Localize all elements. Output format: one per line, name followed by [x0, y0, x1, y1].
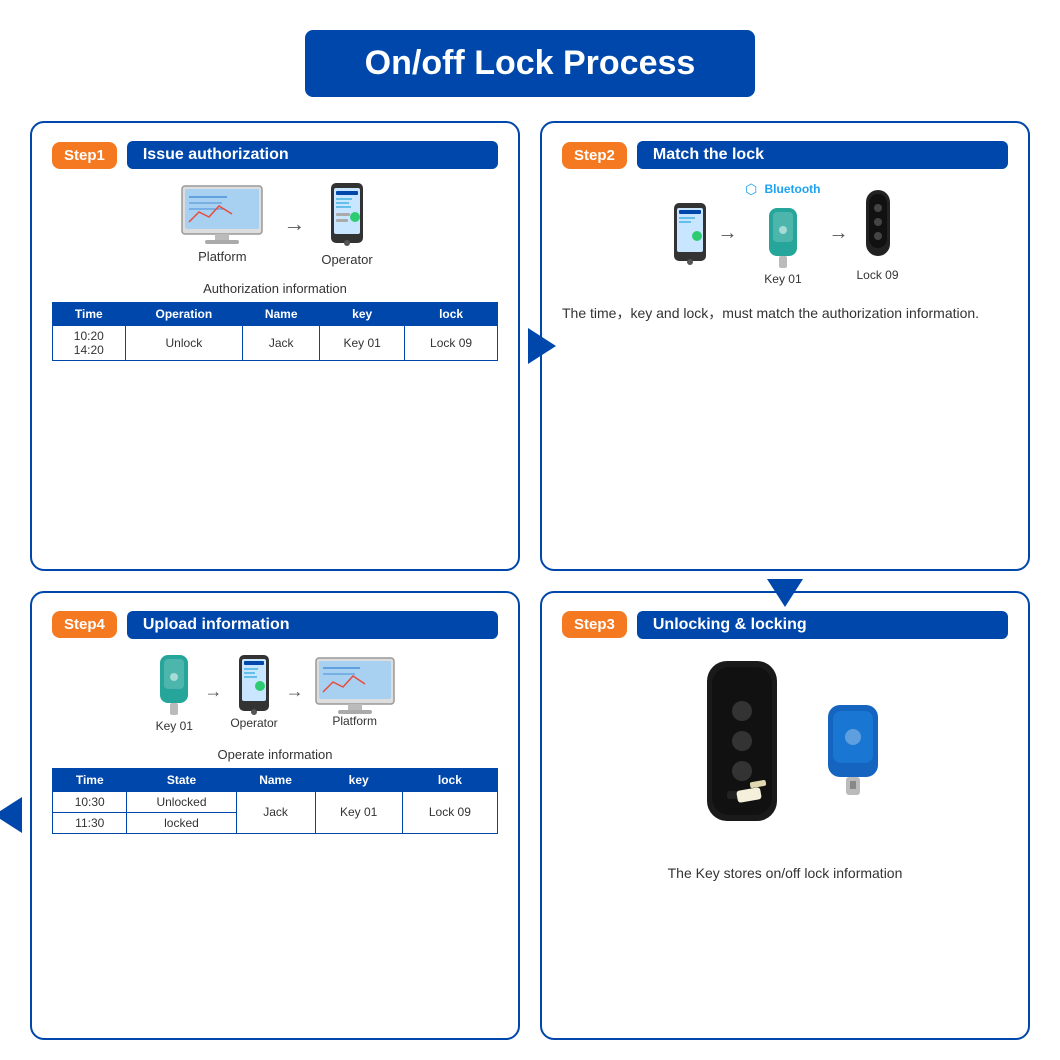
oth-key: key [315, 768, 402, 791]
oth-name: Name [236, 768, 315, 791]
operator4-svg [236, 654, 272, 716]
platform4-label: Platform [332, 714, 377, 728]
step4-box: Step4 Upload information Key 01 [30, 591, 520, 1041]
step2-badge: Step2 [562, 142, 627, 169]
step3-content: The Key stores on/off lock information [562, 651, 1008, 881]
key01-item: Key 01 [152, 651, 196, 733]
phone-svg [327, 181, 367, 249]
platform4-svg [312, 656, 398, 714]
platform4-item: Platform [312, 656, 398, 728]
platform-item: Platform [177, 184, 267, 264]
th-operation: Operation [125, 303, 243, 326]
step2-box: Step2 Match the lock [540, 121, 1030, 571]
arr2: → [828, 222, 848, 245]
arr4: → [286, 681, 304, 702]
step1-box: Step1 Issue authorization [30, 121, 520, 571]
bt-key-item: ⬡ Bluetooth Key 0 [745, 181, 820, 286]
otd-time1: 10:30 [53, 791, 127, 812]
key-lock-row: → ⬡ Bluetooth [562, 181, 1008, 286]
key01-svg [152, 651, 196, 719]
step3-box: Step3 Unlocking & locking [540, 591, 1030, 1041]
operate-table: Time State Name key lock 10:30 Unlocked … [52, 768, 498, 834]
bluetooth-label: Bluetooth [764, 182, 820, 196]
step2-phone-svg [671, 202, 709, 266]
operator-item: Operator [321, 181, 372, 267]
operate-row-1: 10:30 Unlocked Jack Key 01 Lock 09 [53, 791, 498, 812]
table-row: 10:2014:20 Unlock Jack Key 01 Lock 09 [53, 326, 498, 361]
connector-step1-to-step2 [528, 328, 556, 364]
operator4-label: Operator [230, 716, 277, 730]
key-device-svg [759, 200, 807, 272]
key-label: Key 01 [764, 272, 801, 286]
td-key: Key 01 [320, 326, 405, 361]
step3-title: Unlocking & locking [637, 611, 1008, 639]
otd-name1: Jack [236, 791, 315, 833]
lock-label: Lock 09 [856, 268, 898, 282]
td-operation: Unlock [125, 326, 243, 361]
lock-with-key-svg [682, 651, 802, 851]
monitor-svg [177, 184, 267, 246]
step2-title: Match the lock [637, 141, 1008, 169]
page-title-bar: On/off Lock Process [305, 30, 756, 97]
otd-lock1: Lock 09 [402, 791, 497, 833]
th-time: Time [53, 303, 126, 326]
operator4-item: Operator [230, 654, 277, 730]
operate-info-label: Operate information [218, 747, 333, 762]
lock-device-item: Lock 09 [856, 186, 898, 282]
step4-title: Upload information [127, 611, 498, 639]
svg-text:⬡: ⬡ [745, 181, 757, 197]
otd-key1: Key 01 [315, 791, 402, 833]
connector-step2-to-step3 [767, 579, 803, 607]
step3-badge: Step3 [562, 611, 627, 638]
td-time: 10:2014:20 [53, 326, 126, 361]
bluetooth-icon: ⬡ [745, 181, 761, 197]
step1-badge: Step1 [52, 142, 117, 169]
step3-images [682, 651, 888, 851]
otd-time2: 11:30 [53, 812, 127, 833]
phone-kl-item [671, 202, 709, 266]
step2-header: Step2 Match the lock [562, 141, 1008, 169]
step1-header: Step1 Issue authorization [52, 141, 498, 169]
oth-lock: lock [402, 768, 497, 791]
arr1: → [717, 222, 737, 245]
connector-step3-to-step4 [0, 797, 22, 833]
step1-content: Platform → [52, 181, 498, 361]
step3-header: Step3 Unlocking & locking [562, 611, 1008, 639]
step1-title: Issue authorization [127, 141, 498, 169]
oth-time: Time [53, 768, 127, 791]
auth-table: Time Operation Name key lock 10:2014:20 … [52, 302, 498, 361]
step2-content: → ⬡ Bluetooth [562, 181, 1008, 324]
platform-label: Platform [198, 249, 246, 264]
td-lock: Lock 09 [405, 326, 498, 361]
step3-desc: The Key stores on/off lock information [668, 865, 903, 881]
upload-row: Key 01 → O [152, 651, 397, 733]
otd-state1: Unlocked [127, 791, 236, 812]
page-title: On/off Lock Process [365, 44, 696, 83]
platform-operator-row: Platform → [177, 181, 372, 267]
th-lock: lock [405, 303, 498, 326]
step4-badge: Step4 [52, 611, 117, 638]
arr3: → [204, 681, 222, 702]
arrow-to-operator: → [283, 211, 305, 237]
auth-info-label: Authorization information [203, 281, 347, 296]
key01-label: Key 01 [156, 719, 193, 733]
otd-state2: locked [127, 812, 236, 833]
step4-header: Step4 Upload information [52, 611, 498, 639]
th-name: Name [243, 303, 320, 326]
standalone-key-svg [818, 701, 888, 801]
step4-content: Key 01 → O [52, 651, 498, 834]
steps-grid: Step1 Issue authorization [30, 121, 1030, 1040]
th-key: key [320, 303, 405, 326]
step2-desc: The time，key and lock，must match the aut… [562, 302, 1008, 324]
td-name: Jack [243, 326, 320, 361]
oth-state: State [127, 768, 236, 791]
lock-device-svg [858, 186, 898, 268]
operator-label: Operator [321, 252, 372, 267]
